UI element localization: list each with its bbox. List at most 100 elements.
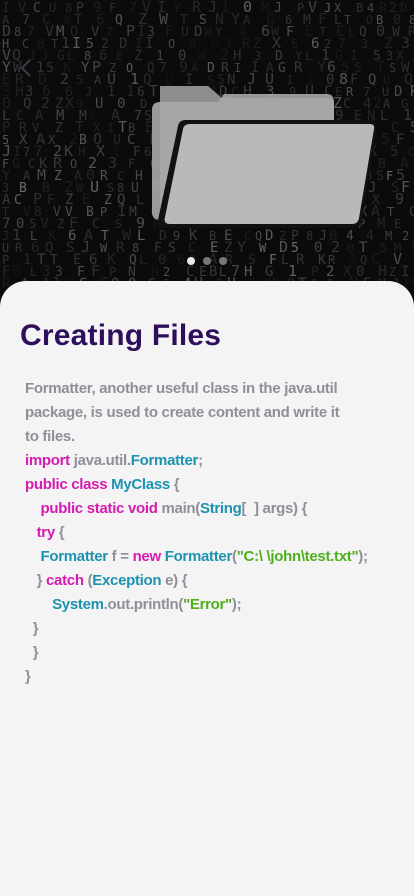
matrix-glyph: R bbox=[410, 82, 414, 100]
code-line: public static void main(String[ ] args) … bbox=[25, 497, 395, 521]
lesson-description: Formatter, another useful class in the j… bbox=[25, 380, 340, 445]
matrix-glyph: S bbox=[168, 241, 176, 256]
code-token: main( bbox=[161, 500, 200, 517]
carousel-dot[interactable] bbox=[187, 257, 195, 265]
chevron-left-icon bbox=[20, 59, 31, 77]
matrix-glyph: 6 bbox=[311, 36, 319, 52]
code-line: } bbox=[25, 617, 395, 641]
matrix-glyph: A bbox=[94, 73, 102, 87]
matrix-glyph: Z bbox=[55, 121, 63, 136]
code-token: .out.println( bbox=[103, 596, 184, 613]
code-token: Formatter bbox=[40, 548, 108, 565]
code-line: System.out.println("Error"); bbox=[25, 593, 395, 617]
matrix-glyph: L bbox=[30, 265, 37, 279]
code-token: e) { bbox=[161, 572, 188, 589]
back-button[interactable] bbox=[14, 56, 38, 80]
code-token: catch bbox=[46, 572, 84, 589]
matrix-glyph: Q bbox=[23, 96, 31, 112]
matrix-glyph: 5 bbox=[410, 120, 414, 136]
code-line: } catch (Exception e) { bbox=[25, 569, 395, 593]
matrix-glyph: L bbox=[348, 25, 355, 39]
code-token: ( bbox=[83, 572, 93, 589]
matrix-glyph: C bbox=[14, 193, 22, 208]
matrix-glyph: 8 bbox=[306, 229, 313, 243]
matrix-glyph: 1 bbox=[126, 84, 134, 100]
matrix-glyph: Y bbox=[237, 238, 246, 256]
matrix-glyph: 7 bbox=[129, 1, 137, 16]
code-token: { bbox=[54, 524, 65, 541]
carousel-indicator bbox=[0, 257, 414, 265]
matrix-glyph: Z bbox=[57, 217, 64, 231]
code-token: java.util. bbox=[69, 452, 131, 469]
matrix-glyph: 1 bbox=[107, 84, 115, 100]
matrix-glyph: G bbox=[211, 36, 219, 52]
code-token: "Error" bbox=[183, 596, 232, 613]
folder-icon bbox=[152, 86, 378, 228]
matrix-glyph: C bbox=[33, 1, 41, 16]
lesson-content: Formatter, another useful class in the j… bbox=[25, 377, 395, 689]
code-token: f = bbox=[107, 548, 133, 565]
matrix-glyph: X bbox=[65, 94, 74, 112]
carousel-dot[interactable] bbox=[203, 257, 211, 265]
matrix-glyph: R bbox=[294, 60, 303, 76]
code-token: MyClass bbox=[111, 476, 170, 493]
matrix-glyph: L bbox=[136, 192, 144, 208]
matrix-glyph: W bbox=[259, 241, 267, 255]
matrix-glyph: J bbox=[85, 85, 92, 99]
code-token: } bbox=[25, 668, 31, 685]
code-line: try { bbox=[25, 521, 395, 545]
matrix-glyph: Z bbox=[54, 169, 62, 184]
matrix-glyph: 5 bbox=[46, 61, 54, 76]
matrix-glyph: G bbox=[12, 157, 20, 172]
code-token: System bbox=[52, 596, 104, 613]
code-token: Formatter bbox=[164, 548, 233, 565]
content-card: Creating Files Formatter, another useful… bbox=[0, 281, 414, 896]
matrix-glyph: U bbox=[181, 25, 189, 40]
code-token: String bbox=[200, 500, 242, 517]
matrix-glyph: R bbox=[15, 241, 23, 255]
code-token: } bbox=[25, 644, 39, 661]
code-token: new bbox=[132, 548, 165, 565]
matrix-glyph: L bbox=[305, 49, 312, 63]
code-block: import java.util.Formatter; public class … bbox=[25, 449, 395, 689]
code-line: Formatter f = new Formatter("C:\ \john\t… bbox=[25, 545, 395, 569]
matrix-glyph: 8 bbox=[14, 25, 21, 39]
matrix-glyph: R bbox=[242, 36, 251, 52]
code-token: } bbox=[25, 620, 39, 637]
matrix-glyph: D bbox=[400, 1, 407, 15]
matrix-glyph: R bbox=[116, 240, 125, 256]
matrix-glyph: 5 bbox=[390, 144, 398, 160]
code-token: "C:\ \john\test.txt" bbox=[236, 548, 359, 565]
carousel-dot[interactable] bbox=[219, 257, 227, 265]
code-token: public static void bbox=[40, 500, 162, 517]
matrix-glyph: D bbox=[265, 228, 273, 244]
code-token: { bbox=[169, 476, 180, 493]
matrix-glyph: G bbox=[278, 61, 286, 76]
code-line: import java.util.Formatter; bbox=[25, 449, 395, 473]
code-token: public class bbox=[25, 476, 112, 493]
matrix-glyph: L bbox=[380, 109, 388, 124]
matrix-glyph: Z bbox=[134, 48, 142, 64]
matrix-glyph: U bbox=[90, 178, 99, 196]
code-token: ); bbox=[231, 596, 242, 613]
matrix-glyph: 5 bbox=[76, 73, 83, 87]
code-token: } bbox=[25, 572, 47, 589]
code-line: } bbox=[25, 641, 395, 665]
matrix-glyph: E bbox=[394, 217, 401, 231]
matrix-glyph: P bbox=[100, 205, 107, 219]
code-token: Exception bbox=[92, 572, 162, 589]
code-token: ); bbox=[358, 548, 368, 565]
matrix-glyph: W bbox=[392, 25, 400, 40]
matrix-glyph: 5 bbox=[381, 130, 390, 148]
matrix-glyph: 9 bbox=[395, 190, 404, 208]
matrix-glyph: W bbox=[197, 46, 207, 64]
code-token: [ ] args) { bbox=[241, 500, 308, 517]
hero-image: IVCU8P9F7VIYRJ10MJPVJXB4R2DA7CKT6QZWTSNY… bbox=[0, 0, 414, 300]
matrix-glyph: C bbox=[92, 217, 100, 232]
matrix-glyph: 3 bbox=[361, 37, 368, 51]
code-token: ; bbox=[198, 452, 203, 469]
matrix-glyph: I bbox=[145, 34, 154, 52]
code-line: } bbox=[25, 665, 395, 689]
